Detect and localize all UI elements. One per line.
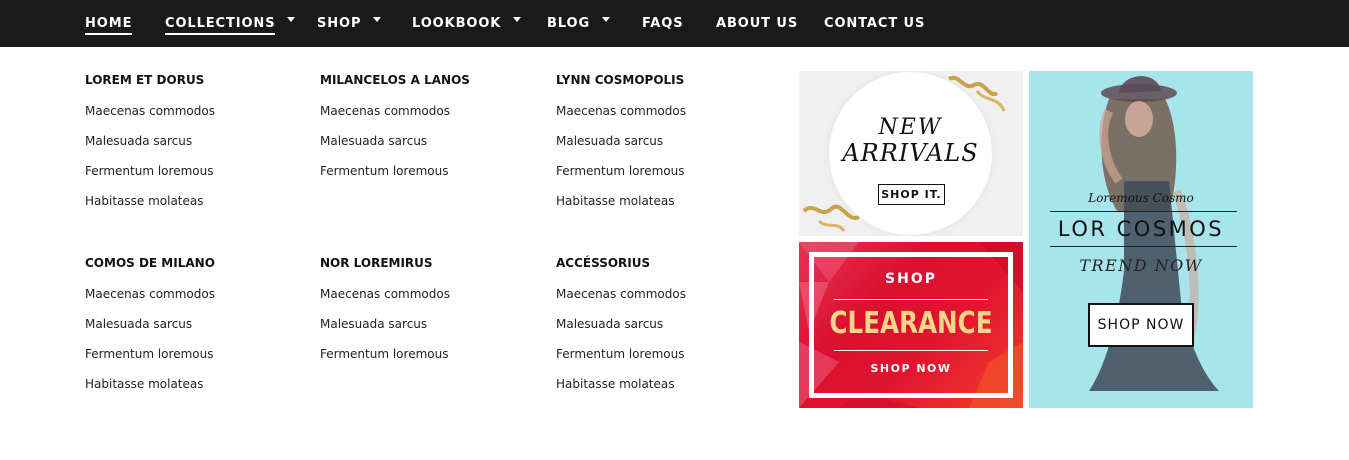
menu-link[interactable]: Fermentum loremous bbox=[320, 347, 448, 361]
menu-link[interactable]: Maecenas commodos bbox=[320, 287, 450, 301]
lor-cosmos-banner[interactable]: Loremous Cosmo LOR COSMOS TREND NOW SHOP… bbox=[1029, 71, 1253, 408]
menu-link[interactable]: Maecenas commodos bbox=[85, 287, 215, 301]
main-nav: HOME COLLECTIONS SHOP LOOKBOOK BLOG FAQS… bbox=[0, 0, 1349, 47]
menu-link[interactable]: Maecenas commodos bbox=[320, 104, 450, 118]
nav-about-us-label: ABOUT US bbox=[716, 16, 799, 31]
nav-collections[interactable]: COLLECTIONS bbox=[165, 0, 296, 47]
menu-group-title: NOR LOREMIRUS bbox=[320, 256, 433, 270]
nav-contact-us-label: CONTACT US bbox=[824, 16, 926, 31]
divider bbox=[1050, 246, 1237, 247]
menu-link[interactable]: Malesuada sarcus bbox=[556, 134, 663, 148]
clearance-title: CLEARANCE bbox=[829, 306, 993, 341]
nav-faqs-label: FAQS bbox=[642, 16, 684, 31]
cosmos-subtitle: Loremous Cosmo bbox=[1088, 191, 1194, 205]
menu-link[interactable]: Fermentum loremous bbox=[556, 164, 684, 178]
divider bbox=[1050, 211, 1237, 212]
menu-group-title: LYNN COSMOPOLIS bbox=[556, 73, 685, 87]
nav-lookbook[interactable]: LOOKBOOK bbox=[412, 0, 522, 47]
nav-collections-label: COLLECTIONS bbox=[165, 16, 276, 35]
cosmos-trend: TREND NOW bbox=[1079, 256, 1203, 275]
clearance-shop-text: SHOP bbox=[885, 271, 937, 287]
shop-now-button[interactable]: SHOP NOW bbox=[1088, 303, 1194, 347]
menu-link[interactable]: Maecenas commodos bbox=[556, 287, 686, 301]
new-arrivals-line2: ARRIVALS bbox=[842, 139, 979, 167]
menu-group-title: ACCÉSSORIUS bbox=[556, 256, 651, 270]
nav-blog[interactable]: BLOG bbox=[547, 0, 611, 47]
caret-down-icon bbox=[602, 17, 611, 22]
menu-link[interactable]: Maecenas commodos bbox=[556, 104, 686, 118]
nav-about-us[interactable]: ABOUT US bbox=[716, 0, 798, 47]
caret-down-icon bbox=[287, 17, 296, 22]
menu-link[interactable]: Fermentum loremous bbox=[85, 347, 213, 361]
menu-link[interactable]: Habitasse molateas bbox=[556, 194, 675, 208]
new-arrivals-banner[interactable]: NEW ARRIVALS SHOP IT. bbox=[799, 71, 1023, 236]
menu-link[interactable]: Habitasse molateas bbox=[85, 194, 204, 208]
nav-blog-label: BLOG bbox=[547, 16, 591, 31]
menu-link[interactable]: Malesuada sarcus bbox=[556, 317, 663, 331]
nav-home[interactable]: HOME bbox=[85, 0, 133, 47]
caret-down-icon bbox=[373, 17, 382, 22]
menu-link[interactable]: Habitasse molateas bbox=[85, 377, 204, 391]
menu-group-title: MILANCELOS A LANOS bbox=[320, 73, 470, 87]
nav-faqs[interactable]: FAQS bbox=[642, 0, 683, 47]
caret-down-icon bbox=[513, 17, 522, 22]
menu-link[interactable]: Fermentum loremous bbox=[85, 164, 213, 178]
menu-link[interactable]: Malesuada sarcus bbox=[85, 134, 192, 148]
new-arrivals-line1: NEW bbox=[878, 115, 943, 140]
menu-link[interactable]: Fermentum loremous bbox=[320, 164, 448, 178]
nav-shop[interactable]: SHOP bbox=[317, 0, 382, 47]
nav-contact-us[interactable]: CONTACT US bbox=[824, 0, 925, 47]
clearance-banner[interactable]: SHOP CLEARANCE SHOP NOW bbox=[799, 242, 1023, 408]
clearance-shop-now[interactable]: SHOP NOW bbox=[799, 362, 1023, 375]
menu-link[interactable]: Fermentum loremous bbox=[556, 347, 684, 361]
shop-it-button[interactable]: SHOP IT. bbox=[878, 184, 945, 205]
divider bbox=[834, 299, 988, 300]
cosmos-title: LOR COSMOS bbox=[1057, 217, 1225, 241]
menu-link[interactable]: Malesuada sarcus bbox=[85, 317, 192, 331]
nav-home-label: HOME bbox=[85, 16, 133, 35]
nav-shop-label: SHOP bbox=[317, 16, 362, 31]
menu-link[interactable]: Malesuada sarcus bbox=[320, 134, 427, 148]
nav-lookbook-label: LOOKBOOK bbox=[412, 16, 502, 31]
menu-group-title: LOREM ET DORUS bbox=[85, 73, 205, 87]
divider bbox=[834, 350, 988, 351]
menu-link[interactable]: Malesuada sarcus bbox=[320, 317, 427, 331]
menu-link[interactable]: Maecenas commodos bbox=[85, 104, 215, 118]
menu-group-title: COMOS DE MILANO bbox=[85, 256, 215, 270]
menu-link[interactable]: Habitasse molateas bbox=[556, 377, 675, 391]
